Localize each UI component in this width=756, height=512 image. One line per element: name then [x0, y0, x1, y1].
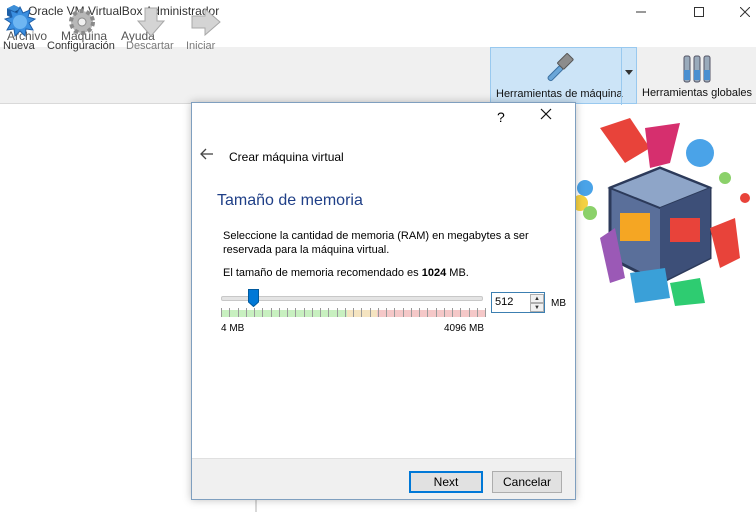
slider-tick [485, 308, 486, 317]
slider-tick [427, 308, 429, 317]
slider-tick [419, 308, 420, 317]
discard-label: Descartar [126, 40, 174, 52]
slider-tick [386, 308, 387, 317]
slider-tick [336, 308, 338, 317]
memory-slider-track[interactable] [221, 296, 483, 301]
slider-tick [278, 308, 280, 317]
settings-label: Configuración [47, 40, 115, 52]
new-machine-icon [3, 5, 37, 38]
gear-icon [69, 9, 95, 35]
slider-tick [270, 308, 272, 317]
slider-max-label: 4096 MB [444, 323, 485, 334]
minimize-icon [636, 11, 646, 13]
discard-arrow-icon [136, 7, 166, 37]
slider-tick [328, 308, 330, 317]
dialog-footer: Next Cancelar [192, 458, 575, 499]
slider-tick [237, 308, 239, 317]
slider-tick [435, 308, 437, 317]
section-title: Tamaño de memoria [217, 192, 363, 209]
close-icon [740, 7, 750, 17]
slider-tick [353, 308, 354, 317]
dropdown-separator [621, 48, 622, 105]
discard-button[interactable]: Descartar [126, 0, 176, 57]
start-label: Iniciar [186, 40, 216, 52]
slider-tick [476, 308, 478, 317]
maximize-button[interactable] [676, 0, 722, 24]
settings-button[interactable]: Configuración [47, 0, 117, 57]
start-button[interactable]: Iniciar [186, 0, 226, 57]
global-tools-icon [683, 55, 711, 83]
slider-tick [377, 308, 379, 317]
memory-slider-handle[interactable] [248, 289, 260, 307]
arrow-left-icon [200, 148, 213, 160]
slider-tick [254, 308, 255, 317]
minimize-button[interactable] [618, 0, 664, 24]
slider-tick [394, 308, 396, 317]
dialog-header: Crear máquina virtual [229, 150, 344, 164]
slider-tick [460, 308, 462, 317]
memory-unit: MB [551, 298, 566, 309]
slider-tick [221, 308, 222, 317]
next-button[interactable]: Next [409, 471, 483, 493]
machine-tools-button[interactable]: Herramientas de máquina [490, 47, 637, 105]
slider-tick [468, 308, 470, 317]
slider-tick [320, 308, 321, 317]
help-button[interactable]: ? [497, 109, 505, 125]
slider-tick [410, 308, 412, 317]
recommend-value: 1024 [421, 267, 447, 279]
cancel-button[interactable]: Cancelar [492, 471, 562, 493]
memory-value[interactable]: 512 [495, 296, 513, 308]
slider-tick [303, 308, 305, 317]
new-label: Nueva [3, 40, 35, 52]
memory-spinbox[interactable]: 512 ▲ ▼ [491, 292, 545, 313]
close-icon [540, 108, 552, 120]
machine-tools-label: Herramientas de máquina [496, 88, 623, 100]
chevron-down-icon[interactable] [625, 70, 633, 75]
slider-tick [287, 308, 288, 317]
global-tools-button[interactable]: Herramientas globales [640, 47, 756, 104]
slider-tick [402, 308, 404, 317]
global-tools-label: Herramientas globales [642, 87, 753, 99]
close-window-button[interactable] [722, 0, 756, 24]
recommended-memory-text: El tamaño de memoria recomendado es 1024… [223, 267, 469, 279]
slider-tick [369, 308, 371, 317]
slider-tick [311, 308, 313, 317]
back-button[interactable] [200, 147, 214, 165]
spin-down-icon[interactable]: ▼ [530, 303, 544, 312]
slider-tick [361, 308, 363, 317]
slider-tick [295, 308, 297, 317]
slider-tick [443, 308, 445, 317]
memory-description: Seleccione la cantidad de memoria (RAM) … [223, 230, 529, 256]
start-arrow-icon [191, 7, 221, 37]
virtualbox-mascot-image [572, 118, 750, 306]
create-vm-dialog: ? Crear máquina virtual Tamaño de memori… [191, 102, 576, 500]
maximize-icon [694, 7, 704, 17]
slider-tick [344, 308, 346, 317]
slider-tick [229, 308, 231, 317]
dialog-close-button[interactable] [540, 107, 552, 125]
slider-tick [452, 308, 453, 317]
spin-up-icon[interactable]: ▲ [530, 294, 544, 303]
slider-min-label: 4 MB [221, 323, 245, 334]
hammer-icon [547, 53, 574, 82]
recommend-suffix: MB. [449, 267, 469, 279]
new-button[interactable]: Nueva [2, 0, 38, 57]
recommend-prefix: El tamaño de memoria recomendado es [223, 267, 419, 279]
slider-tick [262, 308, 264, 317]
slider-tick [245, 308, 247, 317]
slider-ticks [221, 308, 486, 318]
